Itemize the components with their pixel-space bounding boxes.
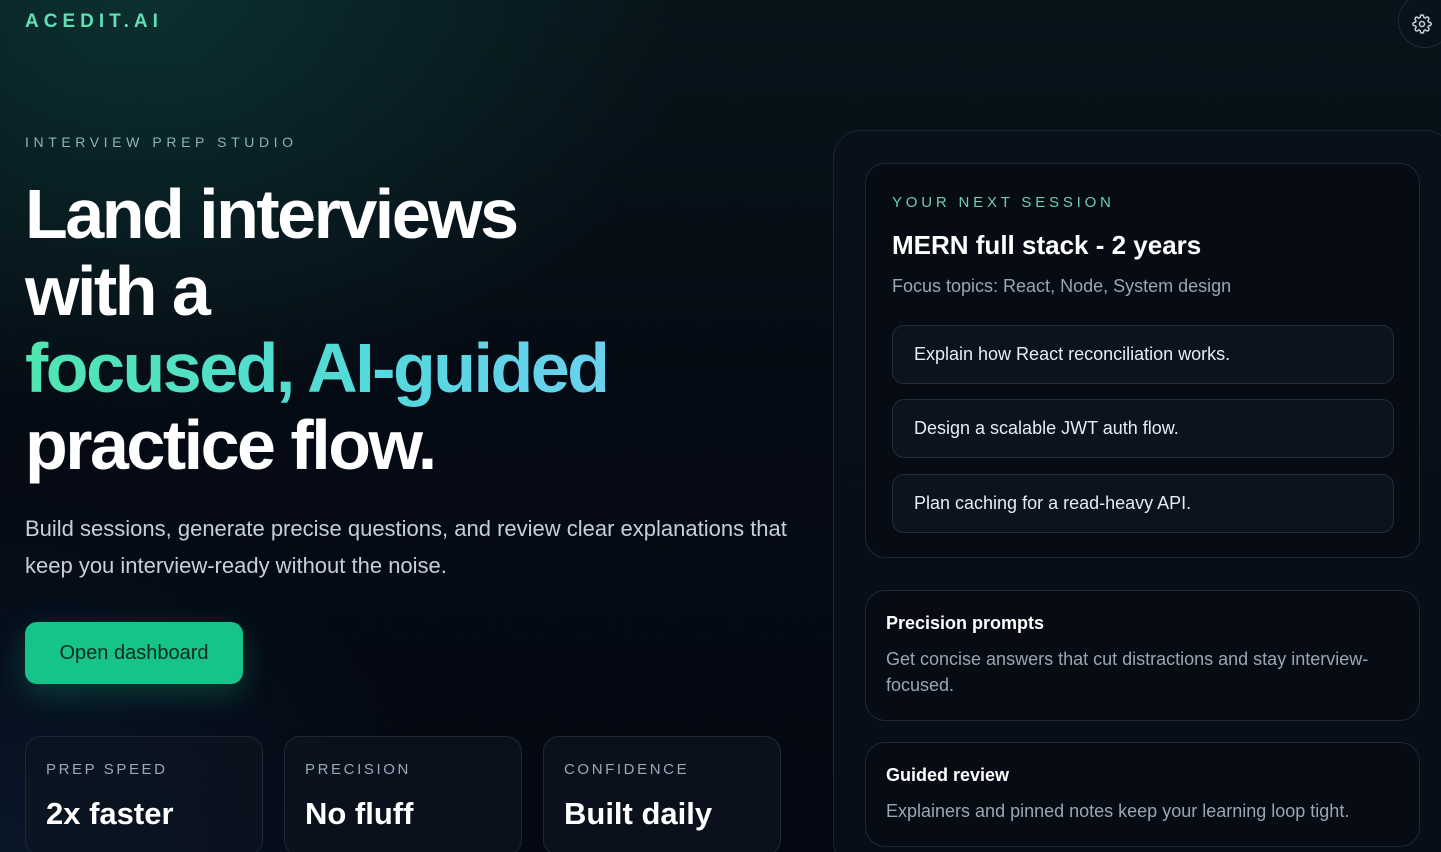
hero-eyebrow: INTERVIEW PREP STUDIO	[25, 134, 298, 150]
session-eyebrow: YOUR NEXT SESSION	[892, 194, 1115, 211]
session-title: MERN full stack - 2 years	[892, 230, 1202, 260]
settings-button[interactable]	[1398, 0, 1441, 48]
hero-subcopy: Build sessions, generate precise questio…	[25, 516, 787, 578]
stat-card-confidence: CONFIDENCE Built daily	[543, 736, 781, 852]
feature-card-precision-prompts: Precision prompts Get concise answers th…	[865, 590, 1420, 721]
stat-value: 2x faster	[46, 796, 174, 831]
hero-headline: Land interviews with a focused, AI-guide…	[25, 176, 805, 484]
stat-label: PREP SPEED	[46, 761, 168, 778]
stat-value: No fluff	[305, 796, 414, 831]
headline-line-2: with a	[25, 252, 211, 330]
stat-card-prep-speed: PREP SPEED 2x faster	[25, 736, 263, 852]
next-session-card: YOUR NEXT SESSION MERN full stack - 2 ye…	[865, 163, 1420, 558]
stat-value: Built daily	[564, 796, 713, 831]
feature-description: Get concise answers that cut distraction…	[886, 649, 1369, 695]
stat-label: PRECISION	[305, 761, 411, 778]
headline-line-1: Land interviews	[25, 175, 519, 253]
feature-title: Guided review	[886, 765, 1010, 785]
session-question[interactable]: Explain how React reconciliation works.	[892, 325, 1394, 384]
gear-icon	[1412, 14, 1432, 34]
headline-line-4: practice flow.	[25, 406, 437, 484]
open-dashboard-button[interactable]: Open dashboard	[25, 622, 243, 684]
headline-accent: focused, AI-guided	[25, 330, 805, 407]
session-question[interactable]: Plan caching for a read-heavy API.	[892, 474, 1394, 533]
stat-card-precision: PRECISION No fluff	[284, 736, 522, 852]
session-topics: Focus topics: React, Node, System design	[892, 276, 1232, 296]
stat-label: CONFIDENCE	[564, 761, 690, 778]
feature-card-guided-review: Guided review Explainers and pinned note…	[865, 742, 1420, 847]
brand-logo[interactable]: ACEDIT.AI	[25, 11, 163, 33]
feature-title: Precision prompts	[886, 613, 1045, 633]
feature-description: Explainers and pinned notes keep your le…	[886, 801, 1350, 821]
session-question[interactable]: Design a scalable JWT auth flow.	[892, 399, 1394, 458]
